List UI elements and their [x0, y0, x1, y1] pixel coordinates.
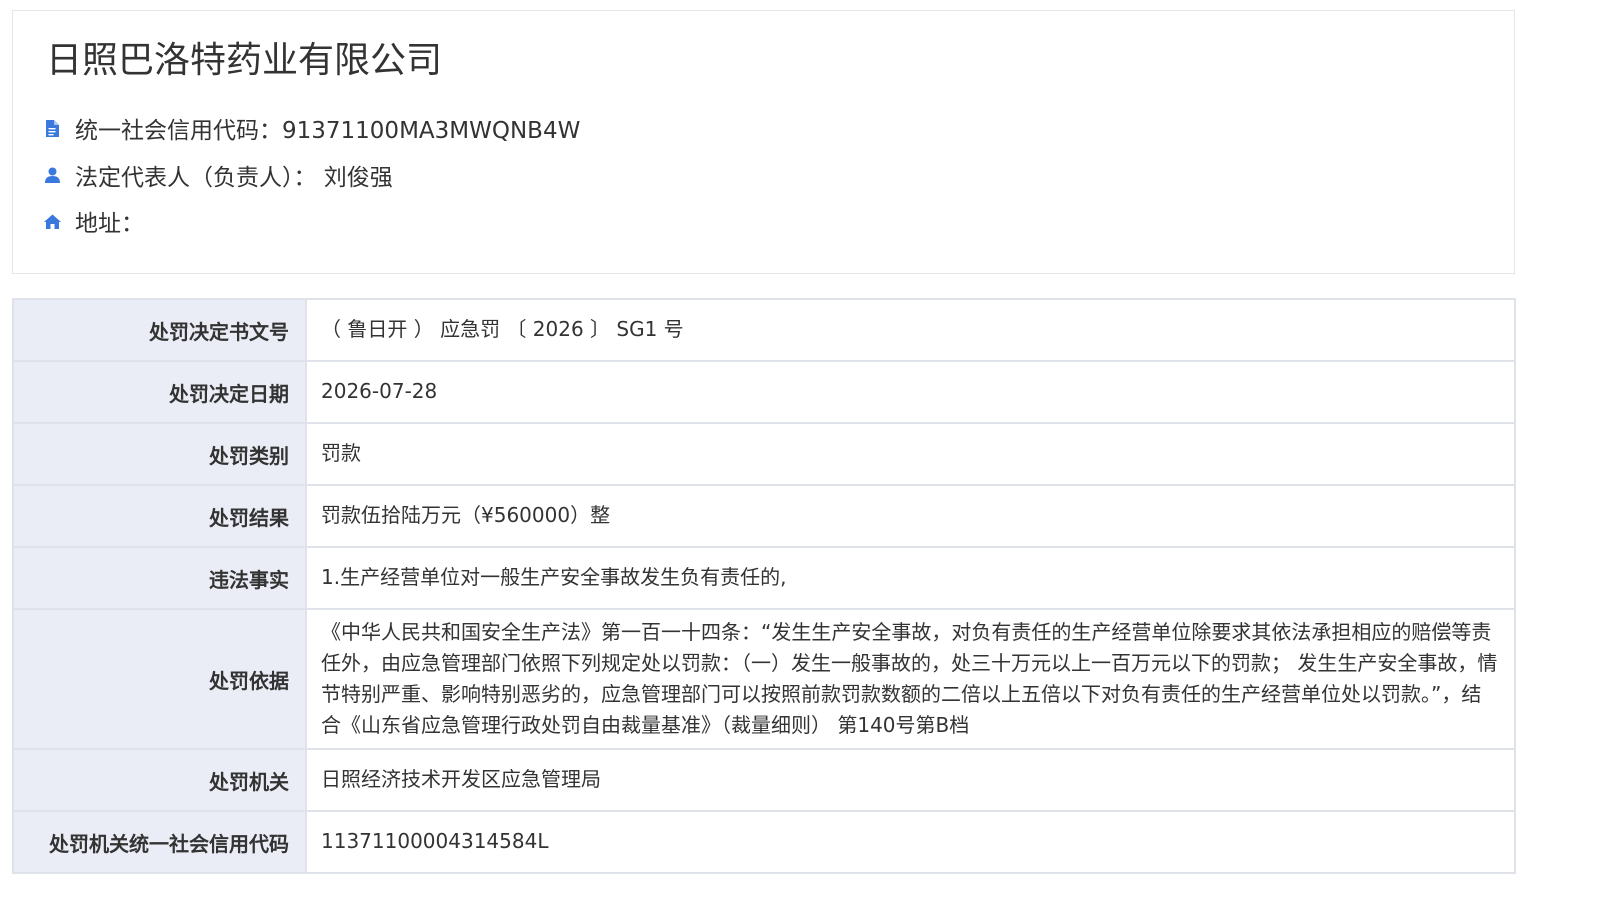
row-value: 11371100004314584L	[305, 810, 1516, 874]
row-value: （ 鲁日开 ） 应急罚 〔 2026 〕 SG1 号	[305, 298, 1516, 362]
row-value: 1.生产经营单位对一般生产安全事故发生负有责任的,	[305, 546, 1516, 610]
row-value: 罚款伍拾陆万元（¥560000）整	[305, 484, 1516, 548]
row-label: 处罚机关统一社会信用代码	[12, 810, 307, 874]
user-icon	[43, 166, 61, 184]
row-label: 处罚决定日期	[12, 360, 307, 424]
legal-rep-text: 法定代表人（负责人）： 刘俊强	[75, 165, 393, 191]
document-icon	[43, 119, 61, 137]
table-row-authority-credit-code: 处罚机关统一社会信用代码 11371100004314584L	[12, 810, 1516, 874]
table-row-legal-basis: 处罚依据 《中华人民共和国安全生产法》第一百一十四条：“发生生产安全事故，对负有…	[12, 608, 1516, 750]
table-row-penalty-result: 处罚结果 罚款伍拾陆万元（¥560000）整	[12, 484, 1516, 548]
row-label: 处罚类别	[12, 422, 307, 486]
address-text: 地址：	[75, 211, 144, 237]
row-label: 处罚依据	[12, 608, 307, 750]
penalty-table: 处罚决定书文号 （ 鲁日开 ） 应急罚 〔 2026 〕 SG1 号 处罚决定日…	[12, 298, 1516, 874]
row-value: 《中华人民共和国安全生产法》第一百一十四条：“发生生产安全事故，对负有责任的生产…	[305, 608, 1516, 750]
row-label: 违法事实	[12, 546, 307, 610]
company-name: 日照巴洛特药业有限公司	[46, 40, 443, 81]
home-icon	[43, 212, 61, 230]
table-row-penalty-type: 处罚类别 罚款	[12, 422, 1516, 486]
credit-code-line: 统一社会信用代码：91371100MA3MWQNB4W	[43, 112, 580, 144]
row-label: 处罚结果	[12, 484, 307, 548]
table-row-decision-date: 处罚决定日期 2026-07-28	[12, 360, 1516, 424]
row-value: 2026-07-28	[305, 360, 1516, 424]
credit-code-text: 统一社会信用代码：91371100MA3MWQNB4W	[75, 118, 581, 144]
address-line: 地址：	[43, 205, 144, 237]
table-row-authority: 处罚机关 日照经济技术开发区应急管理局	[12, 748, 1516, 812]
row-label: 处罚机关	[12, 748, 307, 812]
table-row-violation-facts: 违法事实 1.生产经营单位对一般生产安全事故发生负有责任的,	[12, 546, 1516, 610]
company-card: 日照巴洛特药业有限公司 统一社会信用代码：91371100MA3MWQNB4W …	[12, 10, 1515, 274]
row-label: 处罚决定书文号	[12, 298, 307, 362]
table-row-decision-number: 处罚决定书文号 （ 鲁日开 ） 应急罚 〔 2026 〕 SG1 号	[12, 298, 1516, 362]
row-value: 罚款	[305, 422, 1516, 486]
row-value: 日照经济技术开发区应急管理局	[305, 748, 1516, 812]
legal-rep-line: 法定代表人（负责人）： 刘俊强	[43, 159, 393, 191]
